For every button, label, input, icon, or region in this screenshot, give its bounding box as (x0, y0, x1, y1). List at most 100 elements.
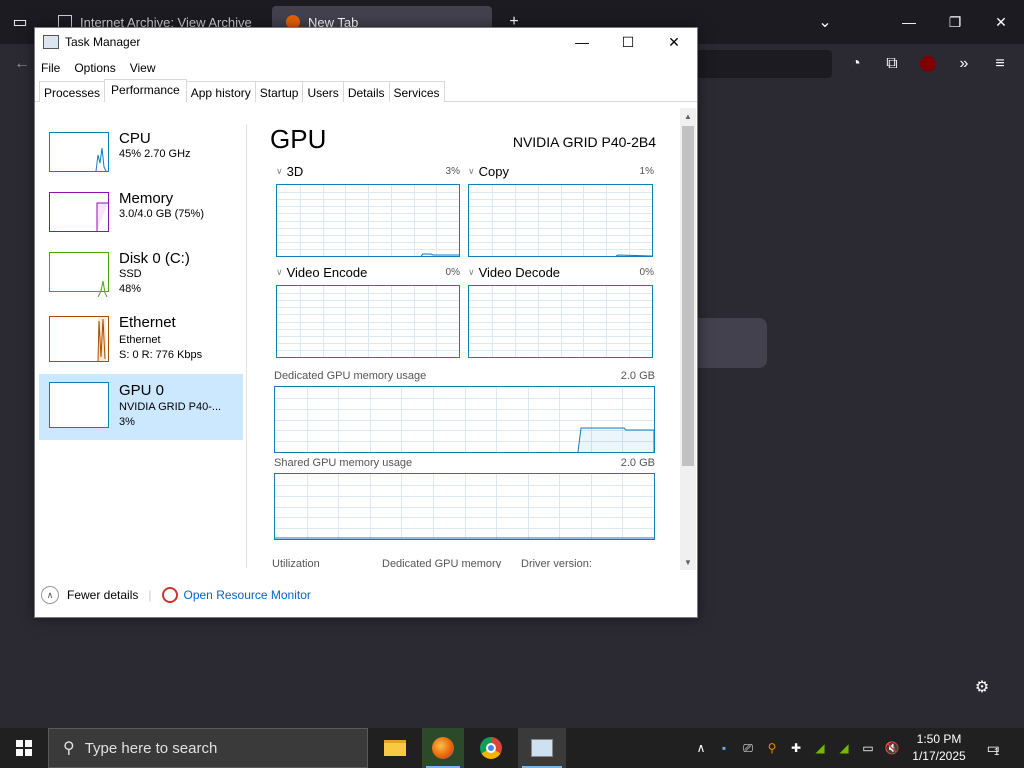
tab-strip: Processes Performance App history Startu… (35, 79, 697, 102)
dedicated-memory-label: Dedicated GPU memory usage (274, 370, 427, 382)
sidebar-detail: 45% 2.70 GHz (119, 148, 191, 160)
sidebar-detail: Ethernet (119, 334, 161, 346)
stat-dedicated-memory-label: Dedicated GPU memory (382, 558, 502, 568)
title-bar: Task Manager — ☐ ✕ (35, 28, 697, 56)
nvidia-icon-2[interactable]: ◢ (832, 741, 856, 755)
clock[interactable]: 1:50 PM 1/17/2025 (908, 731, 970, 765)
chevron-up-icon[interactable]: ∧ (41, 586, 59, 604)
sidebar-name: Memory (119, 190, 174, 207)
back-arrow-icon[interactable]: ← (10, 52, 34, 76)
notification-count: 1 (993, 746, 1000, 758)
tab-users[interactable]: Users (302, 81, 344, 102)
menu-bar: File Options View (35, 56, 697, 80)
scroll-down-arrow-icon[interactable]: ▼ (680, 554, 696, 570)
graph-3d (276, 184, 460, 257)
volume-muted-icon[interactable]: 🔇 (880, 741, 904, 755)
tab-startup[interactable]: Startup (254, 81, 304, 102)
sidebar-detail: SSD (119, 268, 142, 280)
sidebar-detail-2: 3% (119, 416, 135, 428)
tab-processes[interactable]: Processes (39, 81, 106, 102)
dedicated-memory-max: 2.0 GB (620, 370, 655, 382)
gpu-heading: GPU (270, 124, 327, 154)
minimize-button[interactable]: — (559, 28, 605, 56)
tray-app-icon-2[interactable]: ⎚ (736, 741, 760, 756)
graph-dedicated-memory (274, 386, 655, 453)
ublock-icon[interactable] (916, 52, 940, 76)
extensions-icon[interactable]: ⧉ (880, 52, 904, 76)
file-explorer-button[interactable] (374, 728, 416, 768)
engine-selector-video-decode[interactable]: ∨ Video Decode (468, 265, 560, 280)
tab-app-history[interactable]: App history (185, 81, 256, 102)
tab-services[interactable]: Services (388, 81, 445, 102)
search-icon: ⚲ (63, 740, 75, 757)
sidebar-item-memory[interactable]: Memory 3.0/4.0 GB (75%) (39, 184, 243, 244)
firefox-taskbar-button[interactable] (422, 728, 464, 768)
engine-label: Video Decode (478, 265, 561, 280)
graph-video-decode (468, 285, 653, 358)
task-manager-taskbar-button[interactable] (518, 728, 566, 768)
engine-selector-3d[interactable]: ∨ 3D (276, 164, 303, 179)
resource-monitor-icon (161, 587, 178, 603)
engine-label: Copy (478, 164, 509, 179)
close-button[interactable]: ✕ (651, 28, 697, 56)
browser-minimize-button[interactable]: — (894, 8, 924, 36)
tab-performance[interactable]: Performance (104, 79, 187, 102)
performance-sidebar: CPU 45% 2.70 GHz Memory 3.0/4.0 GB (75%)… (39, 124, 245, 574)
scrollbar-thumb[interactable] (682, 126, 694, 466)
fewer-details-link[interactable]: Fewer details (67, 588, 138, 602)
notification-center-button[interactable]: ▭ 1 (978, 736, 1008, 760)
shared-memory-label: Shared GPU memory usage (274, 457, 413, 469)
firefox-view-icon[interactable]: ◔ (844, 52, 868, 76)
network-icon[interactable]: ▭ (856, 741, 880, 755)
system-tray: ∧ ▪ ⎚ ⚲ ✚ ◢ ◢ ▭ 🔇 (690, 728, 904, 768)
tab-list-icon[interactable]: ▭ (8, 10, 32, 34)
menu-file[interactable]: File (41, 61, 60, 75)
sidebar-name: CPU (119, 130, 151, 147)
disk-thumbnail-graph (49, 252, 109, 298)
task-manager-app-icon (43, 35, 59, 49)
task-manager-window: Task Manager — ☐ ✕ File Options View Pro… (34, 27, 698, 618)
chrome-taskbar-button[interactable] (470, 728, 512, 768)
maximize-button[interactable]: ☐ (605, 28, 651, 56)
browser-restore-button[interactable]: ❐ (940, 8, 970, 36)
settings-gear-icon[interactable]: ⚙ (970, 675, 994, 699)
browser-close-button[interactable]: ✕ (986, 8, 1016, 36)
sidebar-item-disk[interactable]: Disk 0 (C:) SSD 48% (39, 244, 243, 304)
task-manager-icon (531, 739, 553, 757)
tray-search-icon[interactable]: ⚲ (760, 741, 784, 755)
menu-view[interactable]: View (130, 61, 156, 75)
gpu-model-name: NVIDIA GRID P40-2B4 (512, 134, 656, 150)
chevron-down-icon: ∨ (276, 267, 283, 277)
scroll-up-arrow-icon[interactable]: ▲ (680, 108, 696, 124)
hamburger-menu-icon[interactable]: ≡ (988, 52, 1012, 76)
windows-logo-icon (16, 740, 32, 756)
menu-options[interactable]: Options (74, 61, 115, 75)
tray-shield-icon[interactable]: ✚ (784, 741, 808, 755)
engine-selector-video-encode[interactable]: ∨ Video Encode (276, 265, 367, 280)
sidebar-detail-2: 48% (119, 283, 142, 295)
start-button[interactable] (0, 728, 48, 768)
open-resource-monitor-link[interactable]: Open Resource Monitor (184, 588, 311, 602)
search-placeholder: Type here to search (84, 739, 218, 757)
sidebar-name: GPU 0 (119, 382, 165, 399)
sidebar-detail: NVIDIA GRID P40-... (119, 401, 222, 413)
overflow-chevrons-icon[interactable]: » (952, 52, 976, 76)
sidebar-item-ethernet[interactable]: Ethernet Ethernet S: 0 R: 776 Kbps (39, 308, 243, 368)
engine-label: 3D (286, 164, 304, 179)
engine-selector-copy[interactable]: ∨ Copy (468, 164, 509, 179)
stat-driver-version-label: Driver version: (521, 558, 592, 568)
nvidia-icon[interactable]: ◢ (808, 741, 832, 755)
tray-app-icon-1[interactable]: ▪ (712, 741, 736, 755)
sidebar-item-cpu[interactable]: CPU 45% 2.70 GHz (39, 124, 243, 184)
tab-details[interactable]: Details (342, 81, 390, 102)
vertical-scrollbar[interactable]: ▲ ▼ (680, 108, 696, 570)
graph-shared-memory (274, 473, 655, 540)
firefox-icon (432, 737, 454, 759)
sidebar-detail: 3.0/4.0 GB (75%) (119, 208, 204, 220)
sidebar-item-gpu[interactable]: GPU 0 NVIDIA GRID P40-... 3% (39, 374, 243, 440)
chrome-icon (480, 737, 502, 759)
taskbar-search-box[interactable]: ⚲ Type here to search (48, 728, 368, 768)
engine-percent: 0% (639, 267, 654, 278)
chevron-up-icon[interactable]: ∧ (690, 741, 712, 755)
chevron-down-icon[interactable]: ⌄ (813, 10, 837, 34)
